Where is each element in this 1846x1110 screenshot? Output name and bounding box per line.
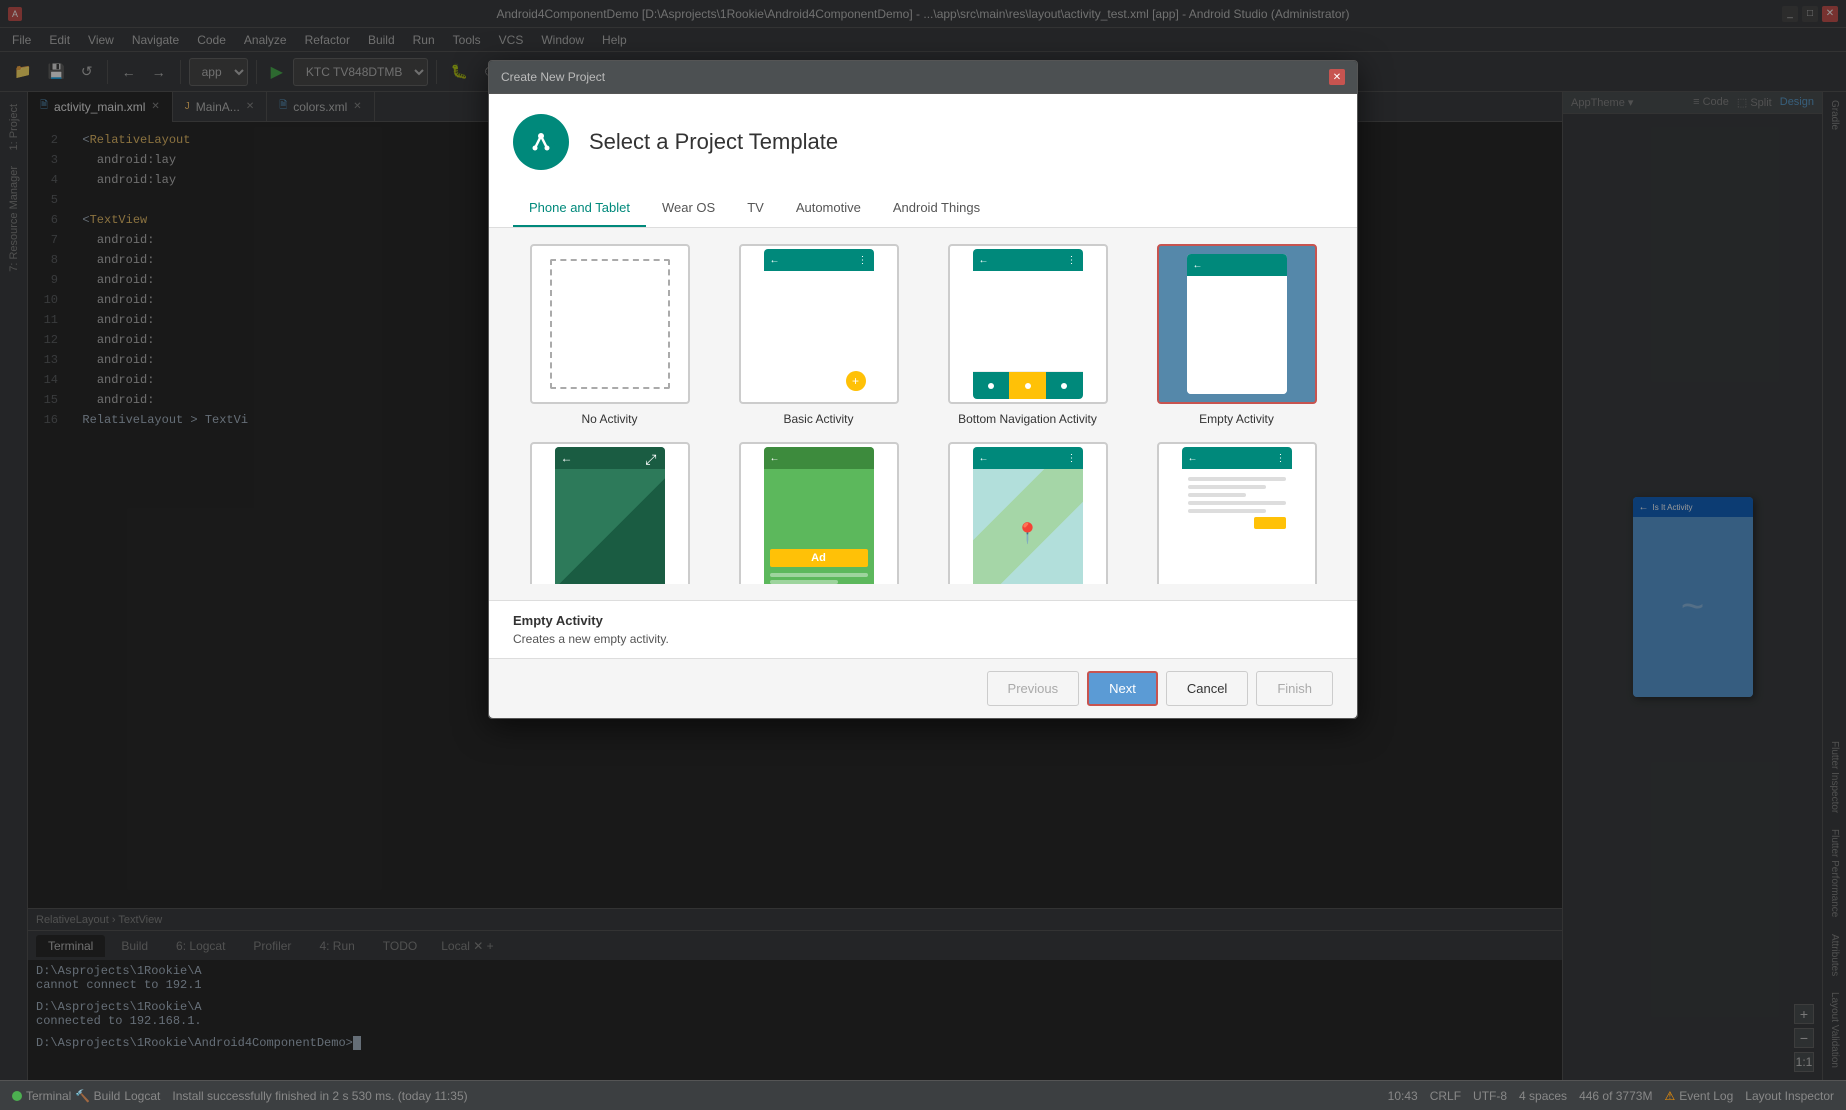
back-empty-icon: ← (1193, 260, 1203, 271)
template-thumb-empty: ← (1157, 244, 1317, 404)
template-admob[interactable]: ← Ad Google Ad (722, 442, 915, 584)
status-message: Install successfully finished in 2 s 530… (172, 1089, 1375, 1103)
fs-expand-icon: ⤢ (645, 451, 656, 468)
nav-item-2 (1009, 372, 1046, 399)
event-log-btn[interactable]: Event Log (1679, 1089, 1733, 1103)
ad-arrow-icon: ← (770, 453, 780, 464)
dialog-header: Select a Project Template (489, 94, 1357, 190)
scroll-arrow-icon: ← (1188, 453, 1198, 464)
template-thumb-basic: ← ⋮ + (739, 244, 899, 404)
description-text: Creates a new empty activity. (513, 632, 1333, 646)
status-spaces: 4 spaces (1519, 1089, 1567, 1103)
scroll-btn-preview (1254, 517, 1286, 529)
dialog-description: Empty Activity Creates a new empty activ… (489, 600, 1357, 658)
back-icon: ← (979, 255, 989, 266)
fs-arrow-icon: ← (561, 451, 573, 465)
status-charset: UTF-8 (1473, 1089, 1507, 1103)
template-thumb-maps: ← ⋮ 📍 (948, 442, 1108, 584)
template-fullscreen[interactable]: ← ⤢ Fullscreen Activity (513, 442, 706, 584)
template-label-no-activity: No Activity (581, 412, 637, 426)
fab-icon: + (846, 371, 866, 391)
map-arrow-icon: ← (979, 453, 989, 464)
ad-banner: Ad (770, 549, 868, 567)
template-thumb-no-activity (530, 244, 690, 404)
status-line-info: 446 of 3773M (1579, 1089, 1652, 1103)
status-indicator (12, 1091, 22, 1101)
template-label-bottom-nav: Bottom Navigation Activity (958, 412, 1097, 426)
template-scrolling[interactable]: ← ⋮ (1140, 442, 1333, 584)
tab-android-things[interactable]: Android Things (877, 190, 996, 227)
tab-wear-os[interactable]: Wear OS (646, 190, 731, 227)
template-thumb-scrolling: ← ⋮ (1157, 442, 1317, 584)
dots-icon: ⋮ (858, 255, 868, 266)
terminal-label-status[interactable]: Terminal (26, 1089, 71, 1103)
status-bar: Terminal 🔨 Build Logcat Install successf… (0, 1080, 1846, 1110)
build-label-status[interactable]: 🔨 Build (75, 1089, 120, 1103)
dialog-title: Create New Project (501, 70, 605, 84)
dialog-logo (513, 114, 569, 170)
dialog-content: No Activity ← ⋮ + (489, 228, 1357, 600)
template-bottom-nav[interactable]: ← ⋮ (931, 244, 1124, 426)
template-thumb-fullscreen: ← ⤢ (530, 442, 690, 584)
dialog-footer: Previous Next Cancel Finish (489, 658, 1357, 718)
template-empty-activity[interactable]: ← Empty Activity (1140, 244, 1333, 426)
dialog-tabs: Phone and Tablet Wear OS TV Automotive A… (489, 190, 1357, 228)
cancel-button[interactable]: Cancel (1166, 671, 1248, 706)
dialog-title-bar: Create New Project ✕ (489, 61, 1357, 94)
logcat-label-status[interactable]: Logcat (124, 1089, 160, 1103)
description-title: Empty Activity (513, 613, 1333, 628)
previous-button[interactable]: Previous (987, 671, 1080, 706)
template-label-empty: Empty Activity (1199, 412, 1274, 426)
dialog-overlay: Create New Project ✕ Select a Project Te… (0, 0, 1846, 1080)
warning-icon: ⚠ (1664, 1089, 1675, 1103)
nav-item-1 (973, 372, 1010, 399)
status-crlf: CRLF (1430, 1089, 1461, 1103)
map-dots-icon: ⋮ (1067, 453, 1077, 464)
layout-inspector-btn[interactable]: Layout Inspector (1745, 1089, 1834, 1103)
scroll-dots-icon: ⋮ (1276, 453, 1286, 464)
dialog-close-btn[interactable]: ✕ (1329, 69, 1345, 85)
tab-tv[interactable]: TV (731, 190, 780, 227)
tab-automotive[interactable]: Automotive (780, 190, 877, 227)
template-label-basic: Basic Activity (783, 412, 853, 426)
create-project-dialog: Create New Project ✕ Select a Project Te… (488, 60, 1358, 719)
back-arrow-icon: ← (770, 255, 780, 266)
status-time: 10:43 (1388, 1089, 1418, 1103)
more-icon: ⋮ (1067, 255, 1077, 266)
template-thumb-admob: ← Ad (739, 442, 899, 584)
nav-item-3 (1046, 372, 1083, 399)
template-basic-activity[interactable]: ← ⋮ + Basic Activity (722, 244, 915, 426)
tab-phone-tablet[interactable]: Phone and Tablet (513, 190, 646, 227)
template-thumb-bottom-nav: ← ⋮ (948, 244, 1108, 404)
template-maps[interactable]: ← ⋮ 📍 Google Maps Activity (931, 442, 1124, 584)
next-button[interactable]: Next (1087, 671, 1158, 706)
template-grid: No Activity ← ⋮ + (513, 244, 1333, 584)
map-pin-icon: 📍 (1015, 521, 1040, 546)
dialog-header-title: Select a Project Template (589, 129, 838, 155)
template-no-activity[interactable]: No Activity (513, 244, 706, 426)
finish-button[interactable]: Finish (1256, 671, 1333, 706)
